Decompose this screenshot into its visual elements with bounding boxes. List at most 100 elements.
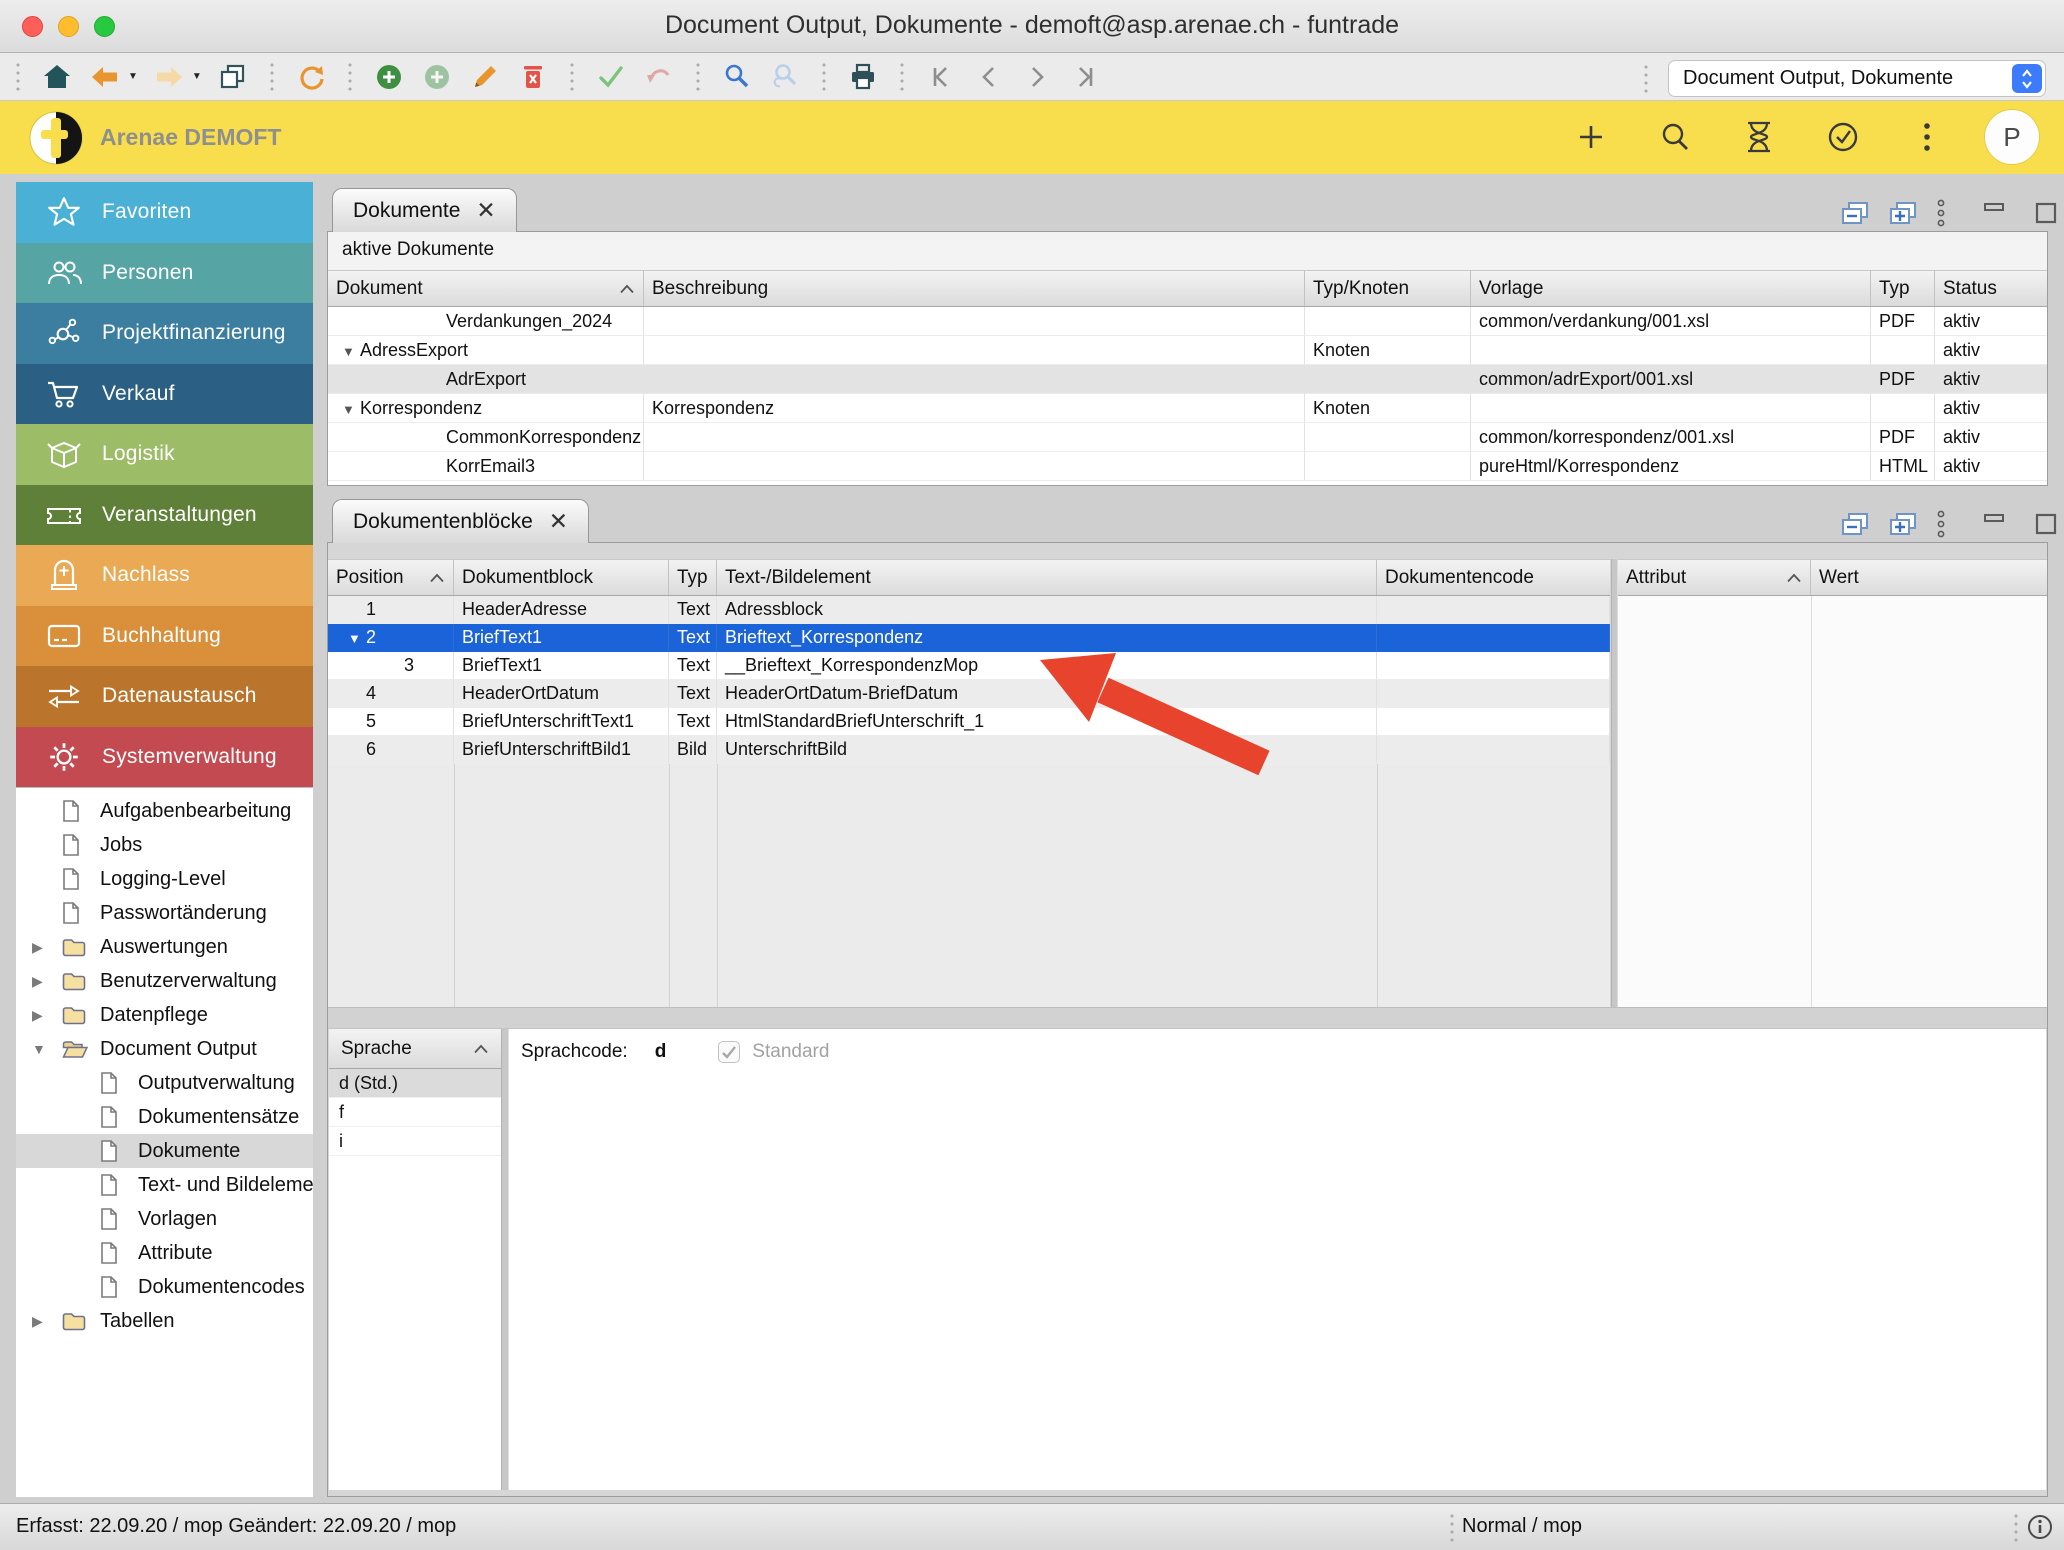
tree-item[interactable]: ▶ Datenpflege <box>16 998 313 1032</box>
user-avatar[interactable]: P <box>1984 109 2040 165</box>
close-tab-icon[interactable]: ✕ <box>549 508 568 535</box>
language-item[interactable]: f <box>329 1098 501 1127</box>
text-element-editor[interactable]: Sprachcode: d Standard <box>509 1029 2046 1490</box>
tree-item[interactable]: ▶ Tabellen <box>16 1304 313 1338</box>
tree-item[interactable]: Dokumentencodes <box>16 1270 313 1304</box>
header-search-icon[interactable] <box>1656 118 1694 156</box>
tree-item[interactable]: Dokumentensätze <box>16 1100 313 1134</box>
column-header-dokument[interactable]: Dokument <box>328 271 644 306</box>
tree-caret-icon[interactable]: ▶ <box>32 939 62 956</box>
expand-node-icon[interactable]: ▼ <box>348 625 366 652</box>
document-row[interactable]: KorrEmail3 pureHtml/Korrespondenz HTML a… <box>328 452 2047 481</box>
horizontal-splitter[interactable] <box>328 1007 2047 1029</box>
add-record-icon[interactable] <box>372 60 406 94</box>
check-circle-icon[interactable] <box>1824 118 1862 156</box>
column-header-element[interactable]: Text-/Bildelement <box>717 560 1377 595</box>
sidebar-item-nachlass[interactable]: Nachlass <box>16 545 313 606</box>
confirm-icon[interactable] <box>594 60 628 94</box>
panel-menu-icon[interactable] <box>1936 198 1946 228</box>
block-row[interactable]: 5 BriefUnterschriftText1 Text HtmlStanda… <box>328 708 1610 736</box>
tree-caret-icon[interactable]: ▶ <box>32 1007 62 1024</box>
select-stepper-icon[interactable] <box>2012 64 2042 93</box>
column-header-sprache[interactable]: Sprache <box>329 1029 501 1069</box>
tab-dokumentenbloecke[interactable]: Dokumentenblöcke ✕ <box>332 499 589 543</box>
sidebar-item-buchhaltung[interactable]: Buchhaltung <box>16 606 313 667</box>
tree-item[interactable]: ▶ Auswertungen <box>16 930 313 964</box>
tree-caret-icon[interactable]: ▶ <box>32 973 62 990</box>
info-icon[interactable] <box>2026 1513 2054 1546</box>
search-again-icon[interactable] <box>768 60 802 94</box>
panel-menu-icon[interactable] <box>1936 509 1946 539</box>
column-header-status[interactable]: Status <box>1935 271 2047 306</box>
sidebar-item-personen[interactable]: Personen <box>16 243 313 304</box>
column-header-typ[interactable]: Typ <box>669 560 717 595</box>
tree-item[interactable]: Attribute <box>16 1236 313 1270</box>
document-row[interactable]: ▼AdressExport Knoten aktiv <box>328 336 2047 365</box>
back-history-dropdown-icon[interactable]: ▼ <box>128 71 138 82</box>
language-item[interactable]: i <box>329 1127 501 1156</box>
last-record-icon[interactable] <box>1068 60 1102 94</box>
column-header-attribut[interactable]: Attribut <box>1618 560 1811 595</box>
column-header-typ[interactable]: Typ <box>1871 271 1935 306</box>
forward-icon[interactable] <box>152 60 186 94</box>
sidebar-item-logistik[interactable]: Logistik <box>16 424 313 485</box>
tree-caret-icon[interactable]: ▼ <box>32 1041 62 1057</box>
edit-icon[interactable] <box>468 60 502 94</box>
expand-node-icon[interactable]: ▼ <box>342 396 360 423</box>
sidebar-item-favoriten[interactable]: Favoriten <box>16 182 313 243</box>
delete-icon[interactable] <box>516 60 550 94</box>
column-header-position[interactable]: Position <box>328 560 454 595</box>
tree-item[interactable]: ▶ Benutzerverwaltung <box>16 964 313 998</box>
block-row[interactable]: 4 HeaderOrtDatum Text HeaderOrtDatum-Bri… <box>328 680 1610 708</box>
column-header-dokumentencode[interactable]: Dokumentencode <box>1377 560 1610 595</box>
tree-item[interactable]: Logging-Level <box>16 862 313 896</box>
expand-panel-icon[interactable] <box>1888 200 1918 226</box>
document-row[interactable]: Verdankungen_2024 common/verdankung/001.… <box>328 307 2047 336</box>
next-record-icon[interactable] <box>1020 60 1054 94</box>
print-icon[interactable] <box>846 60 880 94</box>
forward-history-dropdown-icon[interactable]: ▼ <box>192 71 202 82</box>
standard-checkbox[interactable] <box>718 1041 740 1063</box>
maximize-panel-icon[interactable] <box>2034 200 2058 226</box>
header-add-icon[interactable] <box>1572 118 1610 156</box>
document-row[interactable]: ▼Korrespondenz Korrespondenz Knoten akti… <box>328 394 2047 423</box>
tree-item[interactable]: Passwortänderung <box>16 896 313 930</box>
column-header-vorlage[interactable]: Vorlage <box>1471 271 1871 306</box>
add-child-record-icon[interactable] <box>420 60 454 94</box>
column-header-dokumentblock[interactable]: Dokumentblock <box>454 560 669 595</box>
minimize-panel-icon[interactable] <box>1982 200 2006 226</box>
language-item[interactable]: d (Std.) <box>329 1069 501 1098</box>
collapse-panel-icon[interactable] <box>1840 511 1870 537</box>
column-header-beschreibung[interactable]: Beschreibung <box>644 271 1305 306</box>
duplicate-window-icon[interactable] <box>216 60 250 94</box>
vertical-splitter[interactable] <box>1611 559 1618 1007</box>
document-row[interactable]: CommonKorrespondenz common/korrespondenz… <box>328 423 2047 452</box>
block-row[interactable]: 6 BriefUnterschriftBild1 Bild Unterschri… <box>328 736 1610 764</box>
tab-dokumente[interactable]: Dokumente ✕ <box>332 188 517 232</box>
maximize-panel-icon[interactable] <box>2034 511 2058 537</box>
block-row[interactable]: 1 HeaderAdresse Text Adressblock <box>328 596 1610 624</box>
more-options-icon[interactable] <box>1908 118 1946 156</box>
tree-item[interactable]: Vorlagen <box>16 1202 313 1236</box>
sidebar-item-veranstaltungen[interactable]: Veranstaltungen <box>16 485 313 546</box>
tree-item[interactable]: Outputverwaltung <box>16 1066 313 1100</box>
block-row[interactable]: 3 BriefText1 Text __Brieftext_Korrespond… <box>328 652 1610 680</box>
sidebar-item-projektfinanzierung[interactable]: Projektfinanzierung <box>16 303 313 364</box>
collapse-panel-icon[interactable] <box>1840 200 1870 226</box>
document-row[interactable]: AdrExport common/adrExport/001.xsl PDF a… <box>328 365 2047 394</box>
tree-item[interactable]: Jobs <box>16 828 313 862</box>
hourglass-icon[interactable] <box>1740 118 1778 156</box>
tree-item[interactable]: Aufgabenbearbeitung <box>16 794 313 828</box>
refresh-icon[interactable] <box>294 60 328 94</box>
sidebar-item-verkauf[interactable]: Verkauf <box>16 364 313 425</box>
sidebar-item-datenaustausch[interactable]: Datenaustausch <box>16 666 313 727</box>
tree-item[interactable]: ▼ Document Output <box>16 1032 313 1066</box>
previous-record-icon[interactable] <box>972 60 1006 94</box>
first-record-icon[interactable] <box>924 60 958 94</box>
column-header-typ-knoten[interactable]: Typ/Knoten <box>1305 271 1471 306</box>
undo-icon[interactable] <box>642 60 676 94</box>
sidebar-item-systemverwaltung[interactable]: Systemverwaltung <box>16 727 313 788</box>
vertical-splitter[interactable] <box>501 1029 509 1490</box>
home-icon[interactable] <box>40 60 74 94</box>
back-icon[interactable] <box>88 60 122 94</box>
